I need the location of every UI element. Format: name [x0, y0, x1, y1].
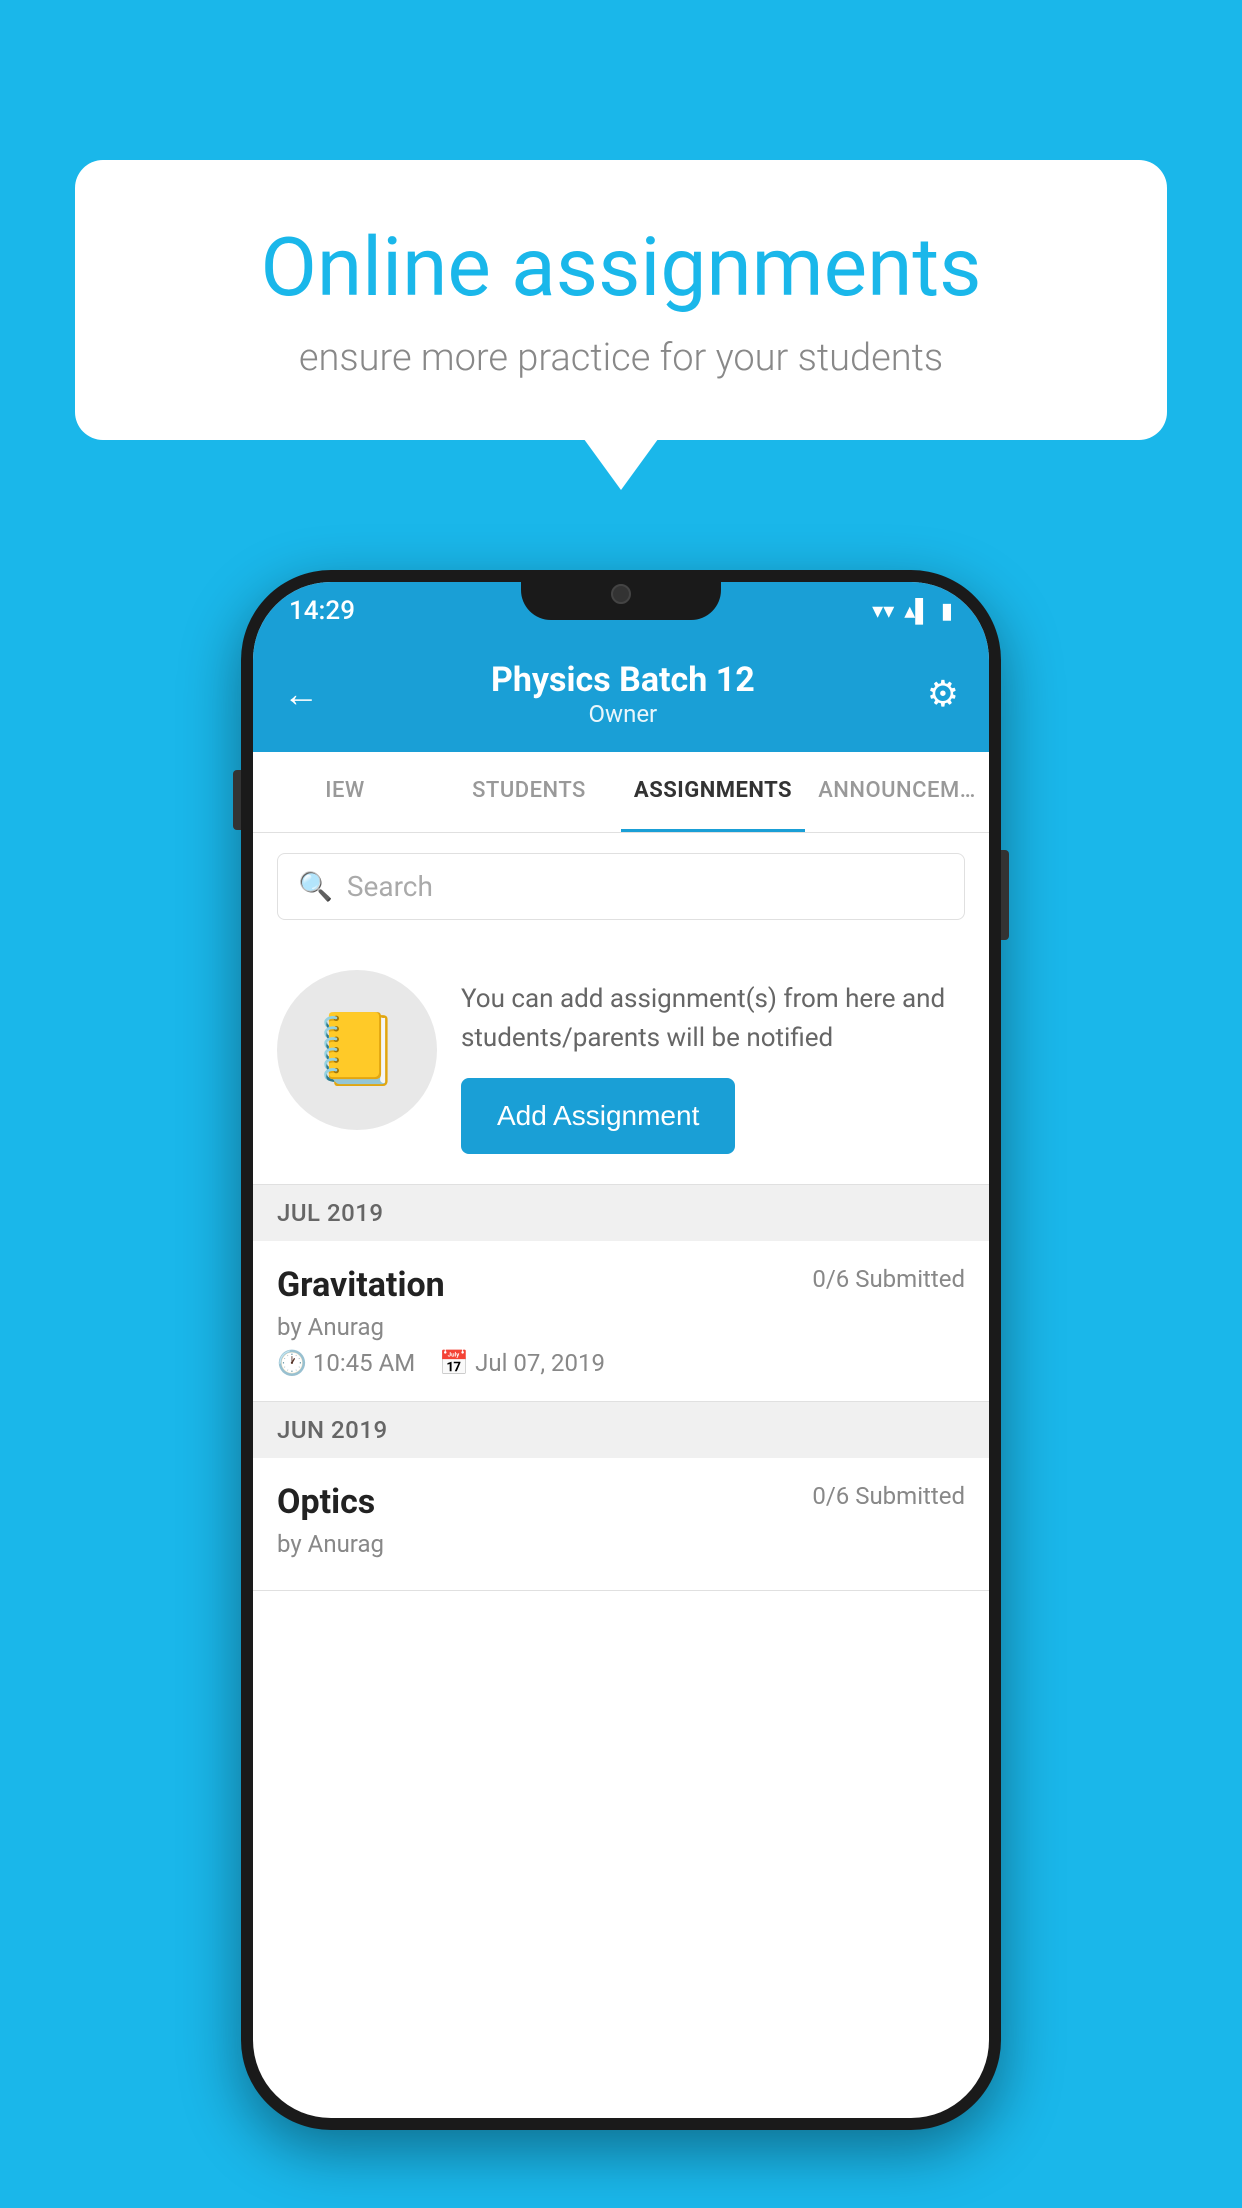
- date-value: Jul 07, 2019: [475, 1349, 605, 1377]
- assignment-date-gravitation: 📅 Jul 07, 2019: [439, 1349, 605, 1377]
- section-header-jul: JUL 2019: [253, 1185, 989, 1241]
- tabs-container: IEW STUDENTS ASSIGNMENTS ANNOUNCEM…: [253, 752, 989, 833]
- add-assignment-button[interactable]: Add Assignment: [461, 1078, 735, 1154]
- promo-content: You can add assignment(s) from here and …: [461, 970, 965, 1154]
- section-header-jun: JUN 2019: [253, 1402, 989, 1458]
- assignment-item-gravitation[interactable]: Gravitation 0/6 Submitted by Anurag 🕐 10…: [253, 1241, 989, 1402]
- page-title: Physics Batch 12: [491, 660, 755, 700]
- calendar-icon: 📅: [439, 1349, 469, 1377]
- phone-side-btn-right: [1001, 850, 1009, 940]
- speech-bubble-subtitle: ensure more practice for your students: [145, 336, 1097, 380]
- promo-description: You can add assignment(s) from here and …: [461, 980, 965, 1058]
- assignment-by-optics: by Anurag: [277, 1530, 965, 1558]
- phone-screen: 14:29 ▾▾ ▴▌ ▮ ← Physics Batch 12 Owner ⚙…: [253, 582, 989, 2118]
- time-value: 10:45 AM: [313, 1349, 415, 1377]
- settings-icon[interactable]: ⚙: [927, 673, 959, 715]
- tab-assignments[interactable]: ASSIGNMENTS: [621, 752, 805, 832]
- section-month-jun: JUN 2019: [277, 1416, 388, 1444]
- assignment-title-gravitation: Gravitation: [277, 1265, 445, 1305]
- speech-bubble-title: Online assignments: [145, 220, 1097, 316]
- phone-camera: [611, 584, 631, 604]
- assignment-item-optics[interactable]: Optics 0/6 Submitted by Anurag: [253, 1458, 989, 1591]
- promo-icon-circle: 📒: [277, 970, 437, 1130]
- back-button[interactable]: ←: [283, 673, 319, 715]
- search-container: 🔍 Search: [253, 833, 989, 940]
- assignment-by-gravitation: by Anurag: [277, 1313, 965, 1341]
- section-month-jul: JUL 2019: [277, 1199, 384, 1227]
- app-header: ← Physics Batch 12 Owner ⚙: [253, 640, 989, 752]
- promo-card: 📒 You can add assignment(s) from here an…: [253, 940, 989, 1185]
- assignment-row-top-optics: Optics 0/6 Submitted: [277, 1482, 965, 1522]
- phone-outer: 14:29 ▾▾ ▴▌ ▮ ← Physics Batch 12 Owner ⚙…: [241, 570, 1001, 2130]
- notebook-icon: 📒: [313, 1009, 400, 1091]
- phone-side-btn-left: [233, 770, 241, 830]
- assignment-submitted-optics: 0/6 Submitted: [812, 1482, 965, 1510]
- assignment-time-gravitation: 🕐 10:45 AM: [277, 1349, 415, 1377]
- search-placeholder: Search: [347, 870, 433, 903]
- assignment-row-top: Gravitation 0/6 Submitted: [277, 1265, 965, 1305]
- owner-label: Owner: [491, 700, 755, 728]
- tab-announcements[interactable]: ANNOUNCEM…: [805, 752, 989, 832]
- tab-students[interactable]: STUDENTS: [437, 752, 621, 832]
- header-title-group: Physics Batch 12 Owner: [491, 660, 755, 728]
- status-icons: ▾▾ ▴▌ ▮: [872, 598, 953, 624]
- battery-icon: ▮: [941, 599, 953, 624]
- status-time: 14:29: [289, 596, 355, 626]
- phone-mockup: 14:29 ▾▾ ▴▌ ▮ ← Physics Batch 12 Owner ⚙…: [241, 570, 1001, 2130]
- signal-icon: ▴▌: [904, 598, 931, 624]
- assignment-title-optics: Optics: [277, 1482, 375, 1522]
- speech-bubble: Online assignments ensure more practice …: [75, 160, 1167, 440]
- wifi-icon: ▾▾: [872, 599, 894, 624]
- phone-notch: [521, 570, 721, 620]
- tab-iew[interactable]: IEW: [253, 752, 437, 832]
- assignment-submitted-gravitation: 0/6 Submitted: [812, 1265, 965, 1293]
- assignment-details-gravitation: 🕐 10:45 AM 📅 Jul 07, 2019: [277, 1349, 965, 1377]
- clock-icon: 🕐: [277, 1349, 307, 1377]
- search-bar[interactable]: 🔍 Search: [277, 853, 965, 920]
- search-icon: 🔍: [298, 870, 333, 903]
- speech-bubble-container: Online assignments ensure more practice …: [75, 160, 1167, 440]
